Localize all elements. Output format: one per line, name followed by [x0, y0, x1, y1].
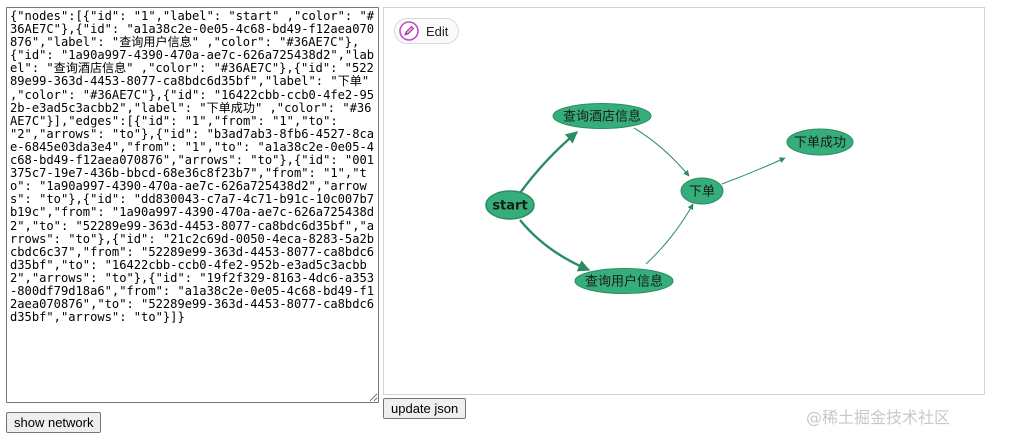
node-order-success-label: 下单成功: [794, 136, 846, 151]
edge-start-to-hotel[interactable]: [519, 131, 578, 194]
network-graph[interactable]: start 查询酒店信息 下单 下单成功 查询用户信息: [384, 8, 984, 394]
update-json-button[interactable]: update json: [383, 398, 467, 419]
node-user-info-label: 查询用户信息: [585, 274, 663, 290]
node-start[interactable]: start: [485, 190, 535, 220]
edge-user-to-order[interactable]: [645, 203, 694, 265]
network-panel[interactable]: Edit start 查询酒店信息 下单 下单成功 查询用户信息: [383, 7, 985, 395]
node-user-info[interactable]: 查询用户信息: [574, 268, 674, 294]
edge-hotel-to-order[interactable]: [633, 127, 690, 177]
edge-start-to-user[interactable]: [519, 219, 591, 272]
node-order[interactable]: 下单: [680, 177, 724, 205]
show-network-button[interactable]: show network: [6, 412, 102, 433]
edge-order-to-success[interactable]: [721, 157, 786, 185]
json-editor[interactable]: {"nodes":[{"id": "1","label": "start" ,"…: [6, 7, 379, 403]
node-order-label: 下单: [689, 185, 715, 200]
node-order-success[interactable]: 下单成功: [786, 128, 854, 156]
node-start-label: start: [492, 199, 527, 214]
node-hotel-info-label: 查询酒店信息: [563, 109, 641, 125]
node-hotel-info[interactable]: 查询酒店信息: [552, 103, 652, 129]
watermark: @稀土掘金技术社区: [806, 408, 951, 427]
